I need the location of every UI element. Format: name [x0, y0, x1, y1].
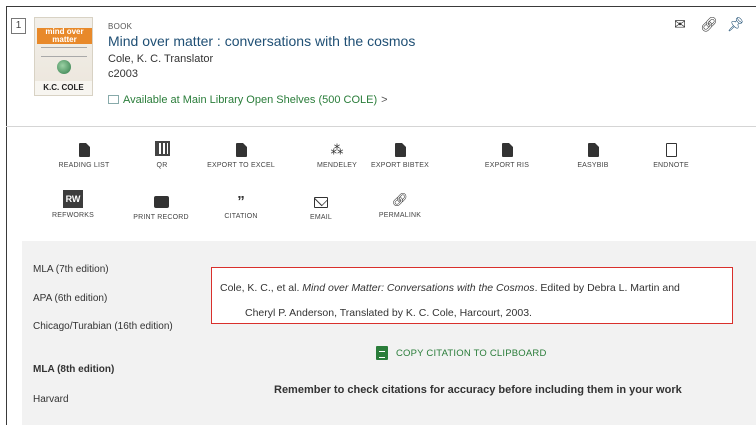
tool-label: CITATION [224, 213, 258, 220]
tool-label: REFWORKS [51, 212, 95, 219]
tool-label: PERMALINK [378, 212, 422, 219]
clipboard-icon [376, 346, 388, 360]
document-icon [394, 143, 406, 157]
style-chicago-16[interactable]: Chicago/Turabian (16th edition) [33, 320, 173, 333]
copy-citation-button[interactable]: COPY CITATION TO CLIPBOARD [376, 346, 547, 360]
print-icon [153, 196, 169, 208]
section-divider [6, 126, 756, 127]
material-type: BOOK [108, 22, 133, 31]
quote-icon: ” [237, 192, 245, 210]
citation-reminder: Remember to check citations for accuracy… [274, 384, 682, 396]
link-icon: 🔗︎ [391, 192, 409, 207]
link-icon[interactable]: 🔗︎ [700, 16, 718, 33]
tool-refworks[interactable]: RW REFWORKS [33, 190, 113, 220]
book-cover-image[interactable]: mind over matter K.C. COLE [34, 17, 93, 96]
tool-print-record[interactable]: PRINT RECORD [121, 194, 201, 222]
document-icon [587, 143, 599, 157]
cover-title: mind over matter [37, 28, 92, 44]
record-author: Cole, K. C. Translator [108, 53, 214, 65]
record-date: c2003 [108, 68, 138, 80]
availability-location: Main Library Open Shelves (500 COLE) [182, 94, 378, 106]
tool-endnote[interactable]: ENDNOTE [631, 142, 711, 170]
citation-text-start: Cole, K. C., et al. [220, 282, 303, 294]
tool-label: EASYBIB [577, 162, 609, 169]
record-title[interactable]: Mind over matter : conversations with th… [108, 33, 415, 49]
tool-qr[interactable]: QR [122, 138, 202, 170]
document-icon [501, 143, 513, 157]
tool-label: QR [156, 162, 168, 169]
document-outline-icon [665, 143, 677, 157]
tool-label: EXPORT TO EXCEL [207, 162, 275, 169]
availability-link[interactable]: Available at Main Library Open Shelves (… [108, 94, 388, 106]
tool-permalink[interactable]: 🔗︎ PERMALINK [360, 192, 440, 220]
excel-icon [235, 143, 247, 157]
envelope-icon[interactable]: ✉ [673, 16, 687, 33]
tool-label: PRINT RECORD [133, 214, 189, 221]
tool-label: EXPORT RIS [484, 162, 530, 169]
result-number: 1 [11, 18, 26, 34]
style-mla-7[interactable]: MLA (7th edition) [33, 263, 183, 276]
copy-citation-label: COPY CITATION TO CLIPBOARD [396, 347, 547, 359]
style-mla-8[interactable]: MLA (8th edition) [33, 363, 183, 376]
tool-label: ENDNOTE [653, 162, 689, 169]
style-apa-6[interactable]: APA (6th edition) [33, 292, 183, 305]
qr-icon [154, 140, 170, 156]
tool-export-ris[interactable]: EXPORT RIS [467, 142, 547, 170]
tool-export-excel[interactable]: EXPORT TO EXCEL [201, 142, 281, 170]
citation-text-middle: . Edited by Debra L. Martin and [534, 282, 680, 294]
citation-text-line2: Cheryl P. Anderson, Translated by K. C. … [245, 307, 532, 319]
shelf-icon [108, 95, 119, 104]
refworks-icon: RW [63, 190, 83, 208]
tool-label: READING LIST [58, 162, 110, 169]
chevron-right-icon: > [381, 94, 388, 106]
tool-export-bibtex[interactable]: EXPORT BIBTEX [360, 142, 440, 170]
tool-easybib[interactable]: EASYBIB [553, 142, 633, 170]
tool-email[interactable]: EMAIL [281, 194, 361, 222]
cover-author: K.C. COLE [35, 81, 92, 95]
cover-planet-graphic [57, 60, 71, 74]
envelope-icon [314, 196, 328, 208]
tool-citation[interactable]: ” CITATION [201, 193, 281, 221]
style-harvard[interactable]: Harvard [33, 393, 183, 406]
tool-label: EXPORT BIBTEX [371, 162, 429, 169]
record-top-actions: ✉ 🔗︎ 📌︎ [673, 16, 745, 33]
cover-decoration [41, 47, 87, 57]
document-icon [78, 143, 90, 157]
citation-text-box[interactable]: Cole, K. C., et al. Mind over Matter: Co… [211, 267, 733, 324]
tool-reading-list[interactable]: READING LIST [44, 142, 124, 170]
citation-title: Mind over Matter: Conversations with the… [302, 282, 535, 294]
tool-label: EMAIL [309, 214, 332, 221]
availability-prefix: Available at [123, 94, 180, 106]
pin-icon[interactable]: 📌︎ [727, 16, 745, 33]
